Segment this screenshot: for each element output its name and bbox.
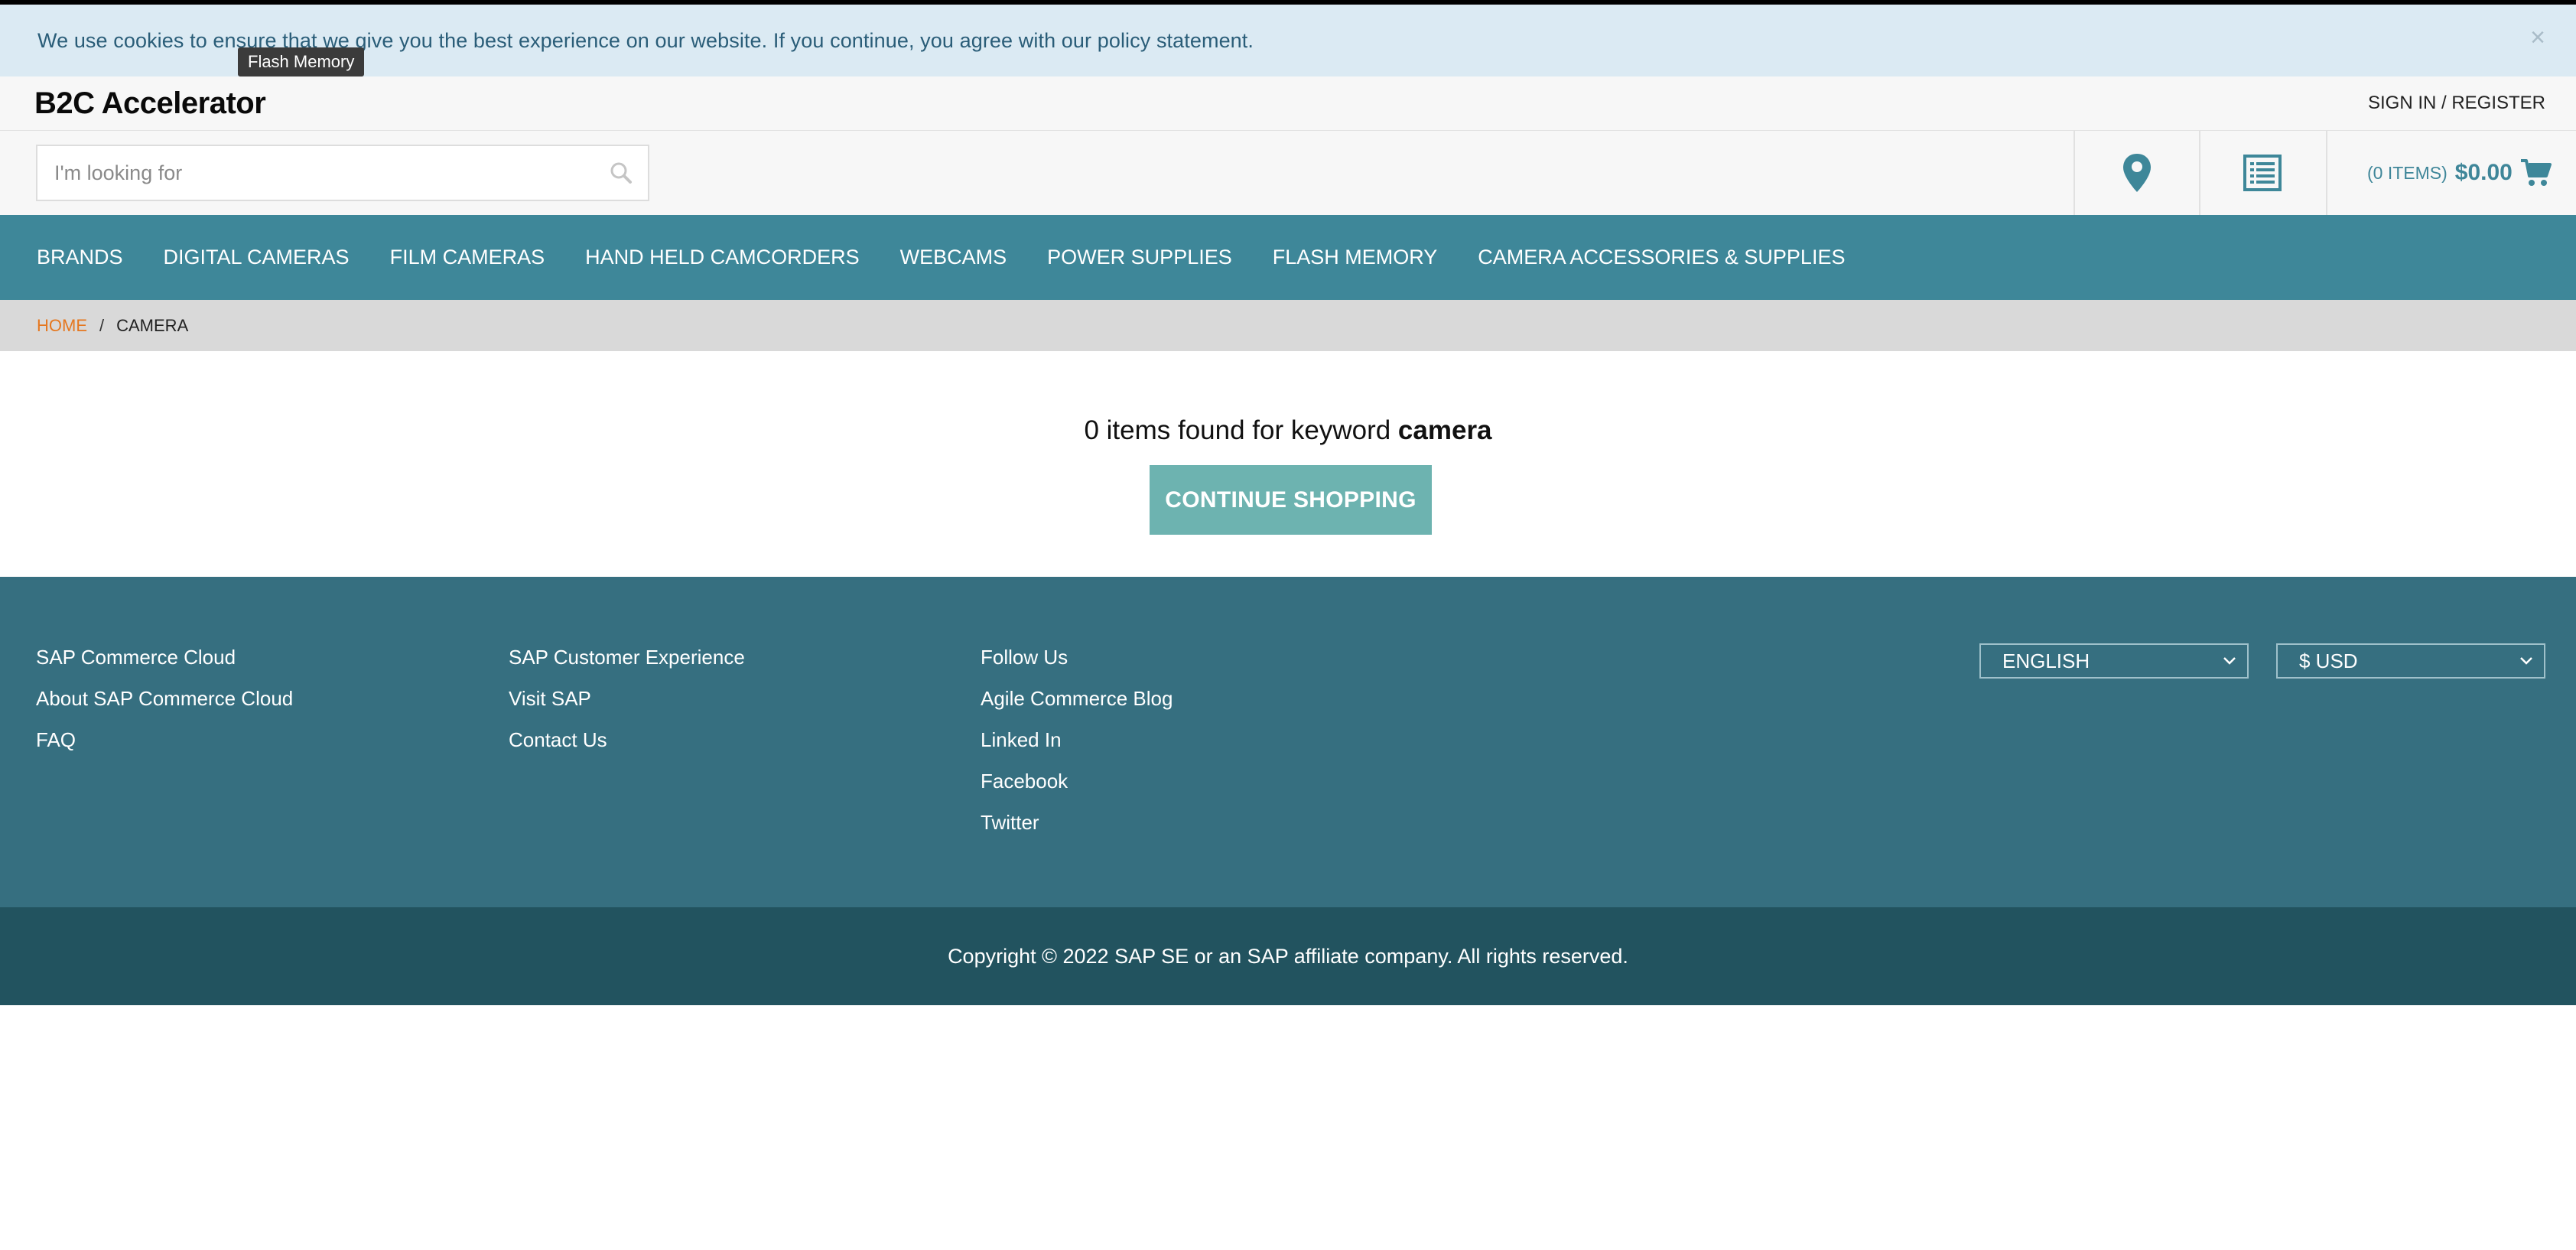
- footer-link-linked-in[interactable]: Linked In: [981, 728, 1173, 770]
- nav-item-brands[interactable]: BRANDS: [37, 246, 123, 269]
- footer-column-2: SAP Customer Experience Visit SAP Contac…: [509, 646, 745, 770]
- language-select-value: ENGLISH: [2002, 649, 2090, 672]
- cart-total: $0.00: [2454, 160, 2513, 185]
- copyright-bar: Copyright © 2022 SAP SE or an SAP affili…: [0, 907, 2576, 1005]
- close-icon[interactable]: ×: [2530, 24, 2545, 50]
- chevron-down-icon: [2223, 657, 2236, 665]
- search-box: [36, 145, 649, 201]
- cookie-banner-text: We use cookies to ensure that we give yo…: [37, 28, 1254, 52]
- footer-column-3: Follow Us Agile Commerce Blog Linked In …: [981, 646, 1173, 852]
- footer-link-sap-customer-experience[interactable]: SAP Customer Experience: [509, 646, 745, 687]
- breadcrumb-current: CAMERA: [116, 315, 189, 335]
- search-results-area: 0 items found for keyword camera CONTINU…: [0, 351, 2576, 577]
- nav-item-webcams[interactable]: WEBCAMS: [900, 246, 1007, 269]
- brand-row: B2C Accelerator SIGN IN / REGISTER: [0, 76, 2576, 131]
- mini-cart[interactable]: (0 ITEMS) $0.00: [2326, 131, 2576, 215]
- search-input[interactable]: [37, 146, 594, 200]
- list-icon: [2243, 155, 2282, 191]
- footer-link-agile-commerce-blog[interactable]: Agile Commerce Blog: [981, 687, 1173, 728]
- footer-column-1: SAP Commerce Cloud About SAP Commerce Cl…: [36, 646, 293, 770]
- footer-link-twitter[interactable]: Twitter: [981, 811, 1173, 852]
- breadcrumb-home-link[interactable]: HOME: [37, 316, 87, 336]
- nav-item-digital-cameras[interactable]: DIGITAL CAMERAS: [164, 246, 350, 269]
- search-row: (0 ITEMS) $0.00: [0, 131, 2576, 215]
- breadcrumb-separator: /: [99, 315, 105, 335]
- footer-link-contact-us[interactable]: Contact Us: [509, 728, 745, 770]
- nav-item-hand-held-camcorders[interactable]: HAND HELD CAMCORDERS: [585, 246, 860, 269]
- breadcrumb: HOME / CAMERA: [0, 300, 2576, 351]
- copyright-text: Copyright © 2022 SAP SE or an SAP affili…: [948, 944, 1628, 968]
- sign-in-register-link[interactable]: SIGN IN / REGISTER: [2368, 93, 2545, 114]
- footer-link-visit-sap[interactable]: Visit SAP: [509, 687, 745, 728]
- footer-link-faq[interactable]: FAQ: [36, 728, 293, 770]
- store-finder-button[interactable]: [2073, 131, 2199, 215]
- result-keyword: camera: [1397, 415, 1492, 445]
- cart-item-count: (0 ITEMS): [2367, 162, 2448, 183]
- search-result-message: 0 items found for keyword camera: [0, 415, 2576, 446]
- search-button[interactable]: [594, 146, 648, 200]
- footer-link-facebook[interactable]: Facebook: [981, 770, 1173, 811]
- nav-tooltip: Flash Memory: [238, 47, 365, 76]
- nav-item-film-cameras[interactable]: FILM CAMERAS: [390, 246, 545, 269]
- nav-item-power-supplies[interactable]: POWER SUPPLIES: [1047, 246, 1232, 269]
- language-select[interactable]: ENGLISH: [1979, 643, 2249, 679]
- site-logo[interactable]: B2C Accelerator: [34, 86, 266, 121]
- map-pin-icon: [2123, 154, 2151, 192]
- search-icon: [610, 162, 632, 184]
- cookie-banner: We use cookies to ensure that we give yo…: [0, 5, 2576, 76]
- currency-select-value: $ USD: [2299, 649, 2358, 672]
- currency-select[interactable]: $ USD: [2276, 643, 2545, 679]
- footer: SAP Commerce Cloud About SAP Commerce Cl…: [0, 577, 2576, 907]
- chevron-down-icon: [2520, 657, 2532, 665]
- footer-link-sap-commerce-cloud[interactable]: SAP Commerce Cloud: [36, 646, 293, 687]
- continue-shopping-button[interactable]: CONTINUE SHOPPING: [1150, 465, 1432, 535]
- main-navigation: BRANDS DIGITAL CAMERAS FILM CAMERAS HAND…: [0, 215, 2576, 300]
- saved-list-button[interactable]: [2199, 131, 2324, 215]
- nav-item-camera-accessories[interactable]: CAMERA ACCESSORIES & SUPPLIES: [1478, 246, 1845, 269]
- cart-icon: [2520, 159, 2552, 186]
- result-count-text: 0 items found for keyword: [1084, 415, 1398, 445]
- nav-item-flash-memory[interactable]: FLASH MEMORY: [1273, 246, 1438, 269]
- footer-link-about-sap-commerce-cloud[interactable]: About SAP Commerce Cloud: [36, 687, 293, 728]
- footer-link-follow-us[interactable]: Follow Us: [981, 646, 1173, 687]
